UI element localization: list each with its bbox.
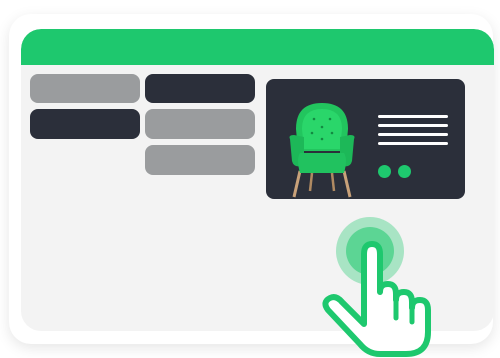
green-armchair-icon (289, 103, 355, 198)
menu-item-5[interactable] (145, 145, 255, 175)
product-card[interactable] (266, 79, 465, 199)
text-line (378, 133, 448, 136)
header-bar (21, 29, 494, 65)
text-line (378, 142, 448, 145)
product-description-lines (378, 115, 448, 151)
text-line (378, 124, 448, 127)
menu-item-4[interactable] (145, 109, 255, 139)
tapping-hand-icon (322, 241, 431, 357)
menu-item-2[interactable] (30, 109, 140, 139)
menu-item-1[interactable] (30, 74, 140, 103)
option-dot-2[interactable] (398, 165, 411, 178)
text-line (378, 115, 448, 118)
menu-item-3[interactable] (145, 74, 255, 103)
option-dot-1[interactable] (378, 165, 391, 178)
